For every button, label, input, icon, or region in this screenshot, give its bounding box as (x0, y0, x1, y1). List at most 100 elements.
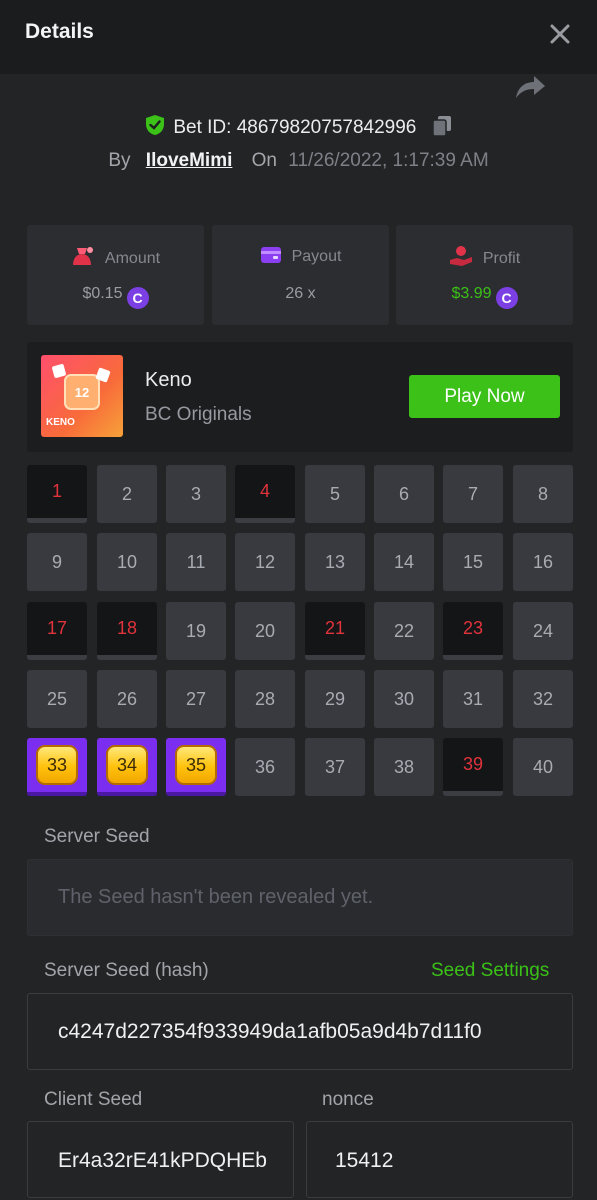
keno-cell: 25 (27, 670, 87, 728)
server-seed-label: Server Seed (44, 826, 150, 847)
server-seed-hash-field[interactable]: c4247d227354f933949da1afb05a9d4b7d11f0 (27, 993, 573, 1070)
keno-cell: 19 (166, 602, 226, 660)
server-seed-hash-value: c4247d227354f933949da1afb05a9d4b7d11f0 (58, 1020, 482, 1043)
page-title: Details (25, 20, 94, 43)
game-card: 12 KENO Keno BC Originals Play Now (27, 342, 573, 452)
keno-cell: 30 (374, 670, 434, 728)
keno-cell-number: 10 (116, 551, 138, 572)
keno-cell-number: 21 (324, 618, 346, 638)
keno-cell-number: 12 (254, 551, 276, 572)
nonce-field[interactable]: 15412 (306, 1121, 573, 1198)
server-seed-value: The Seed hasn't been revealed yet. (58, 886, 374, 908)
keno-cell-number: 8 (537, 483, 548, 504)
keno-cell: 32 (513, 670, 573, 728)
keno-cell: 14 (374, 533, 434, 591)
share-icon[interactable] (514, 74, 546, 100)
keno-cell: 29 (305, 670, 365, 728)
close-icon[interactable] (548, 22, 572, 46)
server-seed-hash-label: Server Seed (hash) (44, 960, 209, 981)
keno-cell: 3 (166, 465, 226, 523)
keno-cell: 28 (235, 670, 295, 728)
gem-icon: 33 (36, 745, 78, 785)
keno-cell: 26 (97, 670, 157, 728)
keno-cell: 31 (443, 670, 503, 728)
keno-cell: 2 (97, 465, 157, 523)
coin-icon: C (126, 287, 149, 309)
keno-cell: 18 (97, 602, 157, 660)
bet-id-value: 48679820757842996 (236, 117, 417, 138)
keno-cell-number: 40 (532, 756, 554, 777)
gem-icon: 35 (175, 745, 217, 785)
keno-cell-number: 9 (51, 551, 62, 572)
nonce-label: nonce (322, 1089, 374, 1110)
keno-cell: 33 (27, 738, 87, 796)
keno-cell: 11 (166, 533, 226, 591)
keno-cell-number: 1 (51, 481, 62, 501)
username-link[interactable]: IloveMimi (146, 150, 233, 171)
keno-cell-number: 22 (393, 620, 415, 641)
keno-cell: 12 (235, 533, 295, 591)
keno-cell-number: 3 (190, 483, 201, 504)
keno-cell-number: 2 (121, 483, 132, 504)
bet-date: 11/26/2022, 1:17:39 AM (288, 150, 489, 171)
keno-cell-number: 15 (462, 551, 484, 572)
nonce-value: 15412 (335, 1149, 394, 1172)
keno-cell: 27 (166, 670, 226, 728)
keno-cell: 38 (374, 738, 434, 796)
client-seed-label: Client Seed (44, 1089, 143, 1110)
keno-cell-number: 30 (393, 688, 415, 709)
keno-cell-number: 20 (254, 620, 276, 641)
keno-cell-number: 6 (398, 483, 409, 504)
bet-id-label: Bet ID: (173, 117, 232, 138)
client-seed-field[interactable]: Er4a32rE41kPDQHEb (27, 1121, 294, 1198)
seed-settings-link[interactable]: Seed Settings (431, 960, 549, 982)
bet-stats: Amount $0.15 C Payout 26 x Profit $3.99 C (27, 225, 573, 325)
keno-thumbnail[interactable]: 12 KENO (41, 355, 123, 437)
keno-cell: 20 (235, 602, 295, 660)
shield-check-icon (146, 115, 165, 135)
keno-cell-number: 36 (254, 756, 276, 777)
game-provider: BC Originals (145, 404, 252, 425)
details-header: Details (0, 0, 597, 74)
keno-cell: 37 (305, 738, 365, 796)
amount-card: Amount $0.15 C (27, 225, 204, 325)
keno-cell: 13 (305, 533, 365, 591)
copy-icon[interactable] (431, 115, 452, 137)
keno-cell: 5 (305, 465, 365, 523)
keno-cell-number: 25 (46, 688, 68, 709)
keno-cell: 6 (374, 465, 434, 523)
keno-cell-number: 24 (532, 620, 554, 641)
keno-cell-number: 37 (324, 756, 346, 777)
keno-cell-number: 26 (116, 688, 138, 709)
keno-cell: 23 (443, 602, 503, 660)
payout-card: Payout 26 x (212, 225, 389, 325)
keno-cell: 8 (513, 465, 573, 523)
keno-cell: 34 (97, 738, 157, 796)
keno-cell-number: 14 (393, 551, 415, 572)
keno-cell-number: 4 (259, 481, 270, 501)
keno-cell-number: 7 (467, 483, 478, 504)
keno-cell: 24 (513, 602, 573, 660)
keno-cell: 16 (513, 533, 573, 591)
profit-label: Profit (482, 250, 521, 267)
keno-cell: 21 (305, 602, 365, 660)
bet-id-line: Bet ID: 48679820757842996 (0, 114, 597, 139)
keno-art: 12 KENO (46, 364, 111, 428)
keno-cell-number: 38 (393, 756, 415, 777)
keno-cell: 39 (443, 738, 503, 796)
keno-cell: 1 (27, 465, 87, 523)
wallet-icon (260, 247, 281, 263)
keno-cell: 10 (97, 533, 157, 591)
keno-cell: 22 (374, 602, 434, 660)
amount-label: Amount (104, 250, 161, 267)
keno-cell-number: 31 (462, 688, 484, 709)
by-label: By (108, 150, 131, 171)
game-name: Keno (145, 369, 192, 391)
profit-card: Profit $3.99 C (396, 225, 573, 325)
keno-thumb-text: KENO (46, 417, 75, 428)
keno-cell: 36 (235, 738, 295, 796)
play-now-button[interactable]: Play Now (409, 375, 560, 418)
keno-cell-number: 39 (462, 754, 484, 774)
coin-icon: C (495, 287, 518, 309)
keno-cell: 17 (27, 602, 87, 660)
